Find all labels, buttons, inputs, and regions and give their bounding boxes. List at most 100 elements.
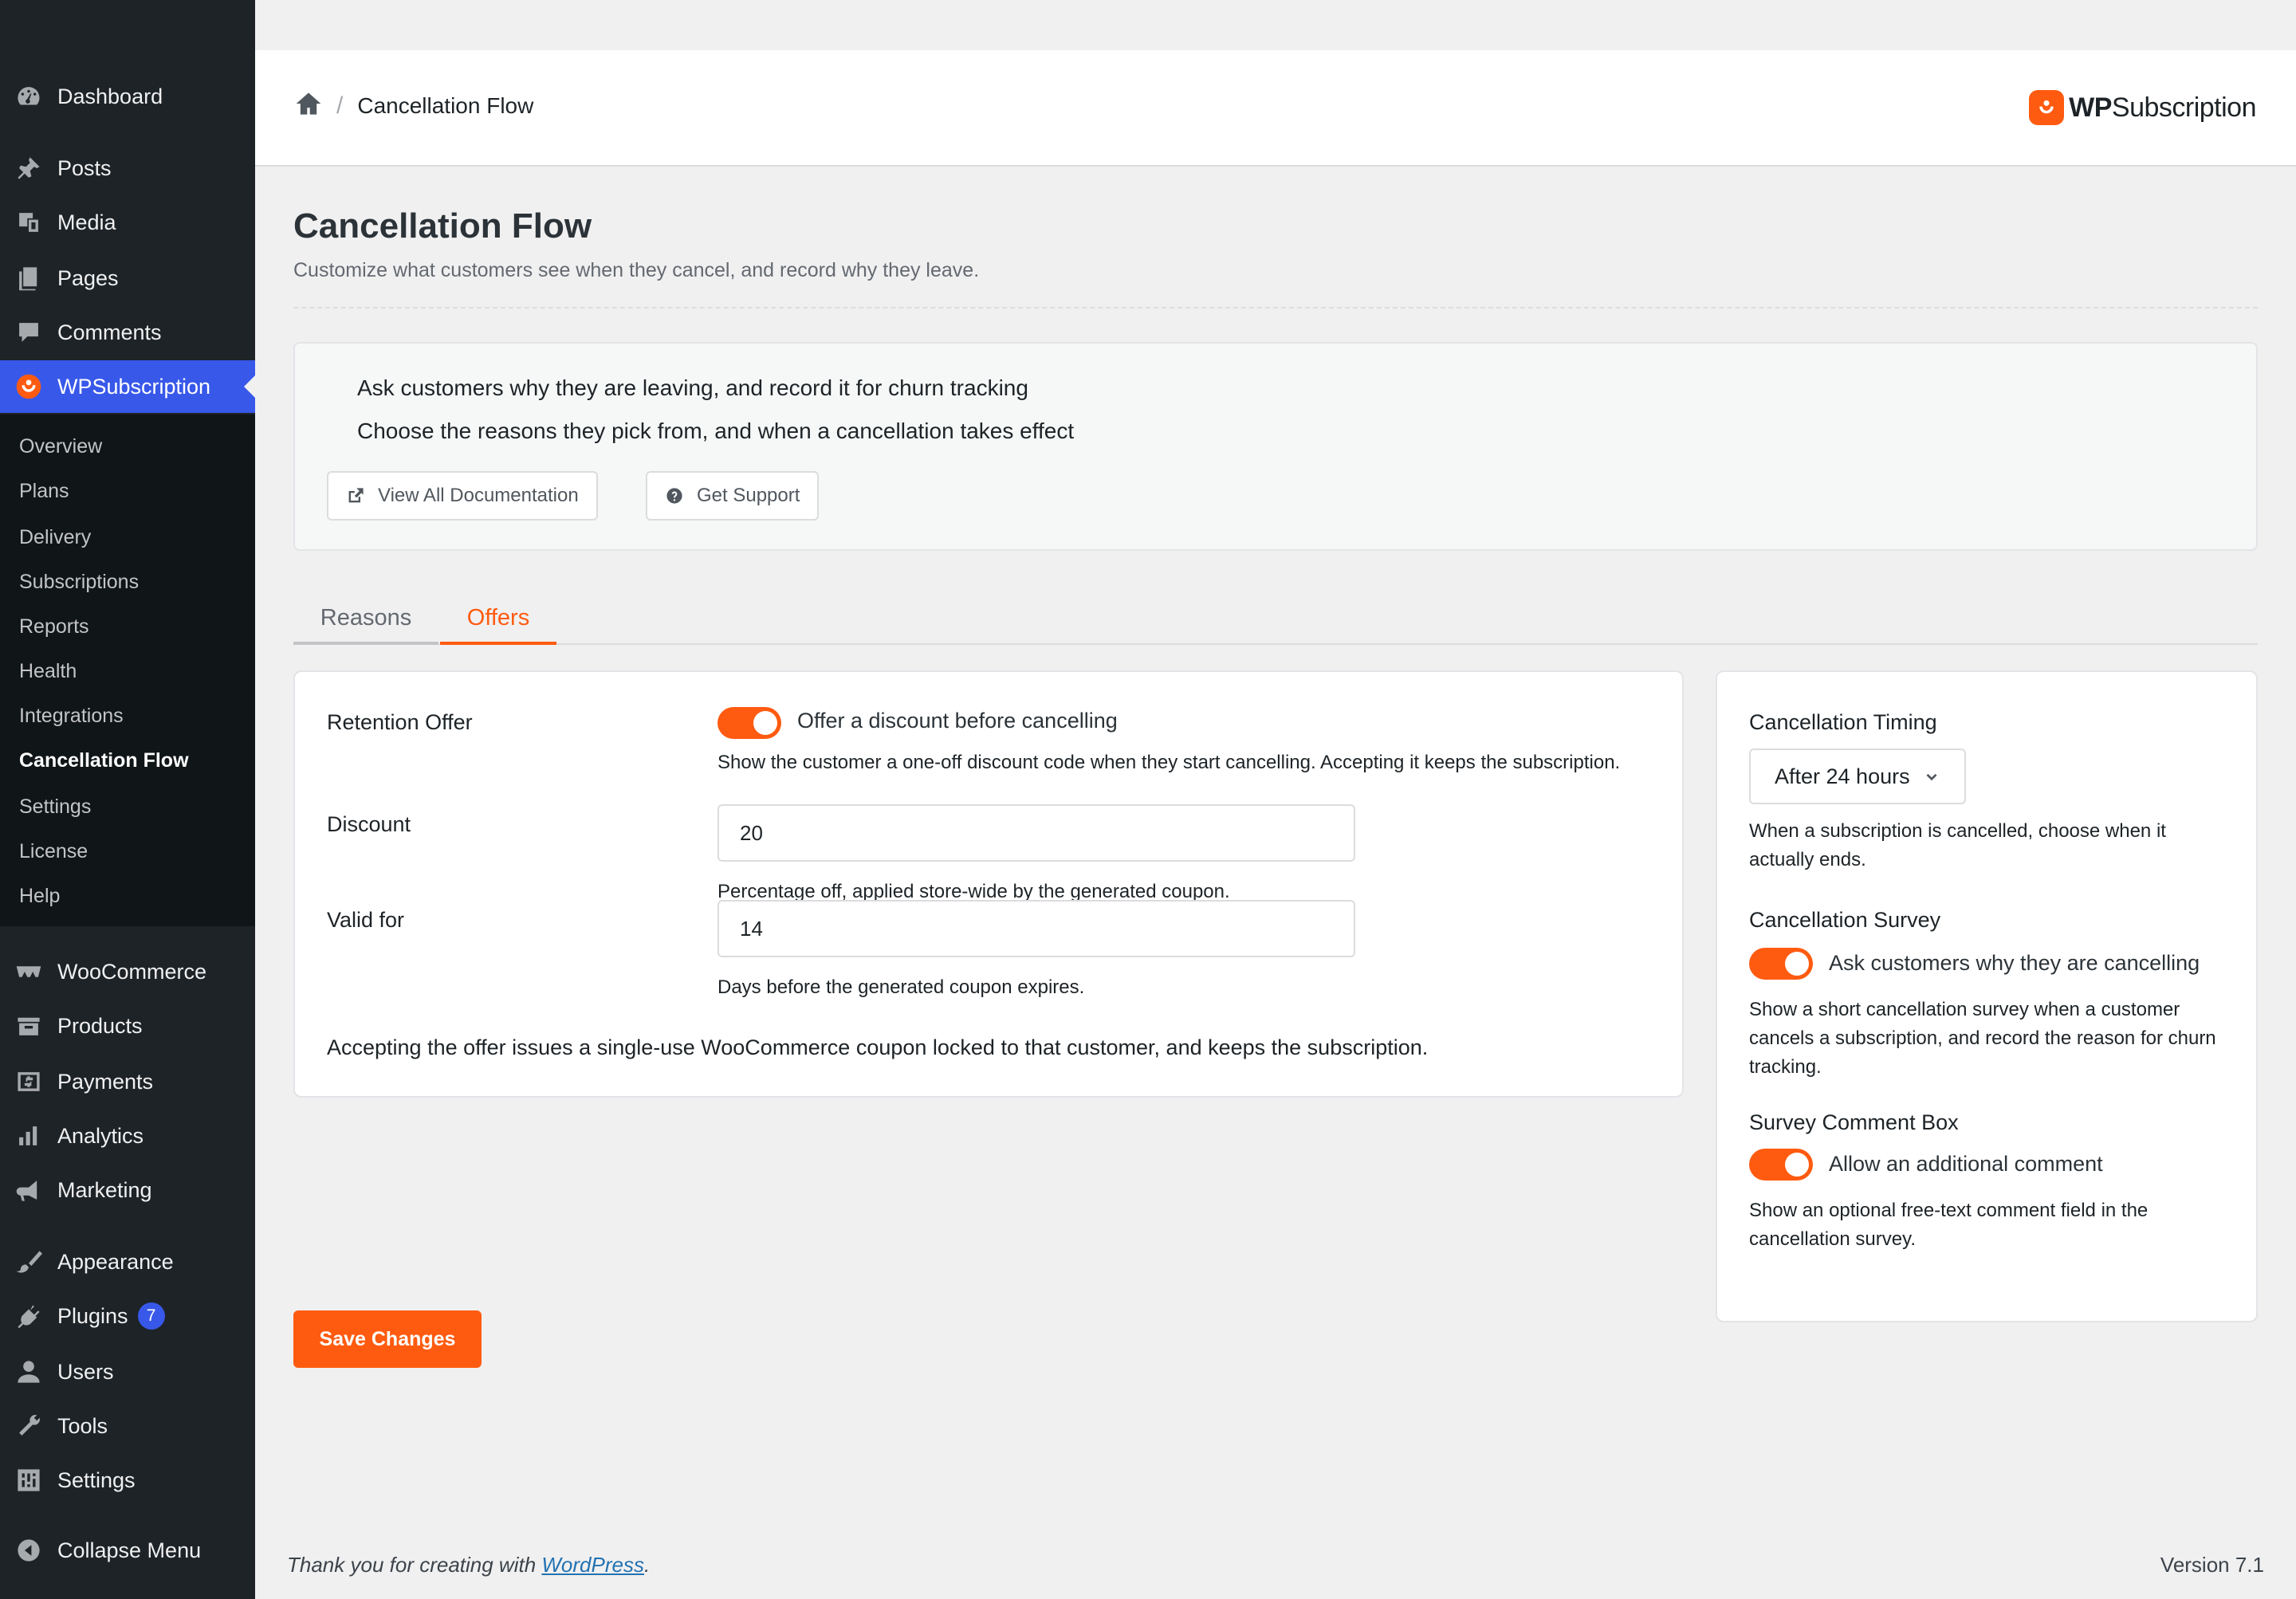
title-divider [293,307,2258,308]
submenu-health[interactable]: Health [19,655,77,687]
footer-version: Version 7.1 [2160,1553,2264,1577]
menu-dashboard[interactable]: Dashboard [0,70,255,123]
admin-sidebar: Dashboard Posts Media Pages Comments WPS… [0,0,255,1599]
submenu-overview[interactable]: Overview [19,430,102,462]
info-box: Ask customers why they are leaving, and … [293,342,2258,551]
megaphone-icon [14,1176,43,1204]
cancellation-timing-label: Cancellation Timing [1749,710,1937,734]
side-settings-card: Cancellation Timing After 24 hours When … [1716,670,2258,1322]
menu-users[interactable]: Users [0,1346,255,1398]
get-support-label: Get Support [697,485,800,506]
cancellation-survey-toggle[interactable] [1749,948,1813,980]
plugin-icon [14,1302,43,1330]
submenu-integrations[interactable]: Integrations [19,700,124,732]
menu-label: Products [57,1013,143,1038]
menu-comments[interactable]: Comments [0,306,255,359]
submenu-license[interactable]: License [19,835,88,867]
menu-posts[interactable]: Posts [0,142,255,194]
submenu-plans[interactable]: Plans [19,475,69,507]
toggle-knob [1785,952,1809,976]
menu-label: Pages [57,265,119,290]
menu-pages[interactable]: Pages [0,252,255,304]
menu-tools[interactable]: Tools [0,1400,255,1452]
menu-label: Settings [57,1467,136,1492]
brand-name: WPSubscription [2069,92,2256,123]
menu-label: WooCommerce [57,959,207,984]
retention-offer-toggle[interactable] [718,707,781,739]
submenu-settings[interactable]: Settings [19,791,91,823]
menu-label: Dashboard [57,84,163,108]
info-line-2: Choose the reasons they pick from, and w… [357,418,1075,443]
brush-icon [14,1247,43,1276]
breadcrumb: / Cancellation Flow [295,90,533,121]
tab-offers[interactable]: Offers [440,589,556,645]
menu-label: Appearance [57,1249,174,1274]
menu-label: Plugins [57,1303,128,1328]
breadcrumb-current: Cancellation Flow [357,92,534,118]
menu-products[interactable]: Products [0,1000,255,1052]
wpsubscription-logo-icon [2029,90,2065,125]
menu-label: Comments [57,320,162,344]
collapse-menu-button[interactable]: Collapse Menu [0,1524,255,1577]
settings-icon [14,1466,43,1495]
survey-comment-toggle[interactable] [1749,1149,1813,1181]
cancellation-timing-value: After 24 hours [1775,764,1910,788]
cancellation-survey-help: Show a short cancellation survey when a … [1749,999,2216,1078]
page-header: / Cancellation Flow WPSubscription [255,50,2296,167]
pages-icon [14,264,43,293]
tab-reasons[interactable]: Reasons [293,589,438,645]
menu-media[interactable]: Media [0,196,255,249]
menu-wpsubscription[interactable]: WPSubscription [0,360,255,413]
menu-settings[interactable]: Settings [0,1454,255,1507]
valid-for-help: Days before the generated coupon expires… [718,976,1085,998]
submenu-delivery[interactable]: Delivery [19,521,91,553]
plugins-update-badge: 7 [137,1302,165,1330]
get-support-button[interactable]: Get Support [646,471,820,521]
menu-label: Tools [57,1413,108,1438]
retention-offer-toggle-label: Offer a discount before cancelling [797,709,1118,733]
menu-plugins[interactable]: Plugins 7 [0,1290,255,1342]
menu-analytics[interactable]: Analytics [0,1110,255,1162]
discount-label: Discount [327,812,411,836]
footer-thanks: Thank you for creating with WordPress. [287,1553,651,1577]
discount-input[interactable] [718,804,1355,862]
menu-marketing[interactable]: Marketing [0,1164,255,1216]
valid-for-input[interactable] [718,900,1355,957]
cancellation-timing-help: When a subscription is cancelled, choose… [1749,820,2166,870]
survey-comment-box-label: Survey Comment Box [1749,1110,1959,1134]
external-link-icon [348,488,364,503]
media-icon [14,208,43,237]
view-documentation-button[interactable]: View All Documentation [327,471,598,521]
tab-bar: Reasons Offers [293,589,2258,645]
wordpress-link[interactable]: WordPress [541,1553,644,1577]
collapse-icon [14,1536,43,1565]
page-title: Cancellation Flow [293,206,592,246]
home-icon[interactable] [295,90,322,121]
dashboard-icon [14,82,43,111]
breadcrumb-separator: / [336,92,344,119]
menu-woocommerce[interactable]: WooCommerce [0,945,255,998]
offer-note: Accepting the offer issues a single-use … [327,1035,1429,1059]
save-changes-button[interactable]: Save Changes [293,1310,482,1368]
toggle-knob [1785,1153,1809,1177]
help-circle-icon [666,488,682,504]
menu-label: WPSubscription [57,374,211,399]
payments-icon [14,1067,43,1096]
menu-payments[interactable]: Payments [0,1055,255,1108]
view-documentation-label: View All Documentation [378,485,579,506]
toggle-knob [753,711,777,735]
submenu-subscriptions[interactable]: Subscriptions [19,566,139,598]
user-icon [14,1357,43,1386]
submenu-cancellation-flow[interactable]: Cancellation Flow [19,744,189,776]
survey-comment-toggle-label: Allow an additional comment [1829,1152,2103,1176]
woocommerce-icon [14,957,43,986]
cancellation-timing-select[interactable]: After 24 hours [1749,748,1966,804]
retention-offer-label: Retention Offer [327,710,473,734]
analytics-icon [14,1122,43,1150]
menu-label: Payments [57,1069,154,1094]
submenu-help[interactable]: Help [19,880,60,912]
submenu-reports[interactable]: Reports [19,611,89,642]
menu-appearance[interactable]: Appearance [0,1236,255,1288]
offers-card: Retention Offer Offer a discount before … [293,670,1684,1098]
wpsubscription-icon [14,372,43,401]
